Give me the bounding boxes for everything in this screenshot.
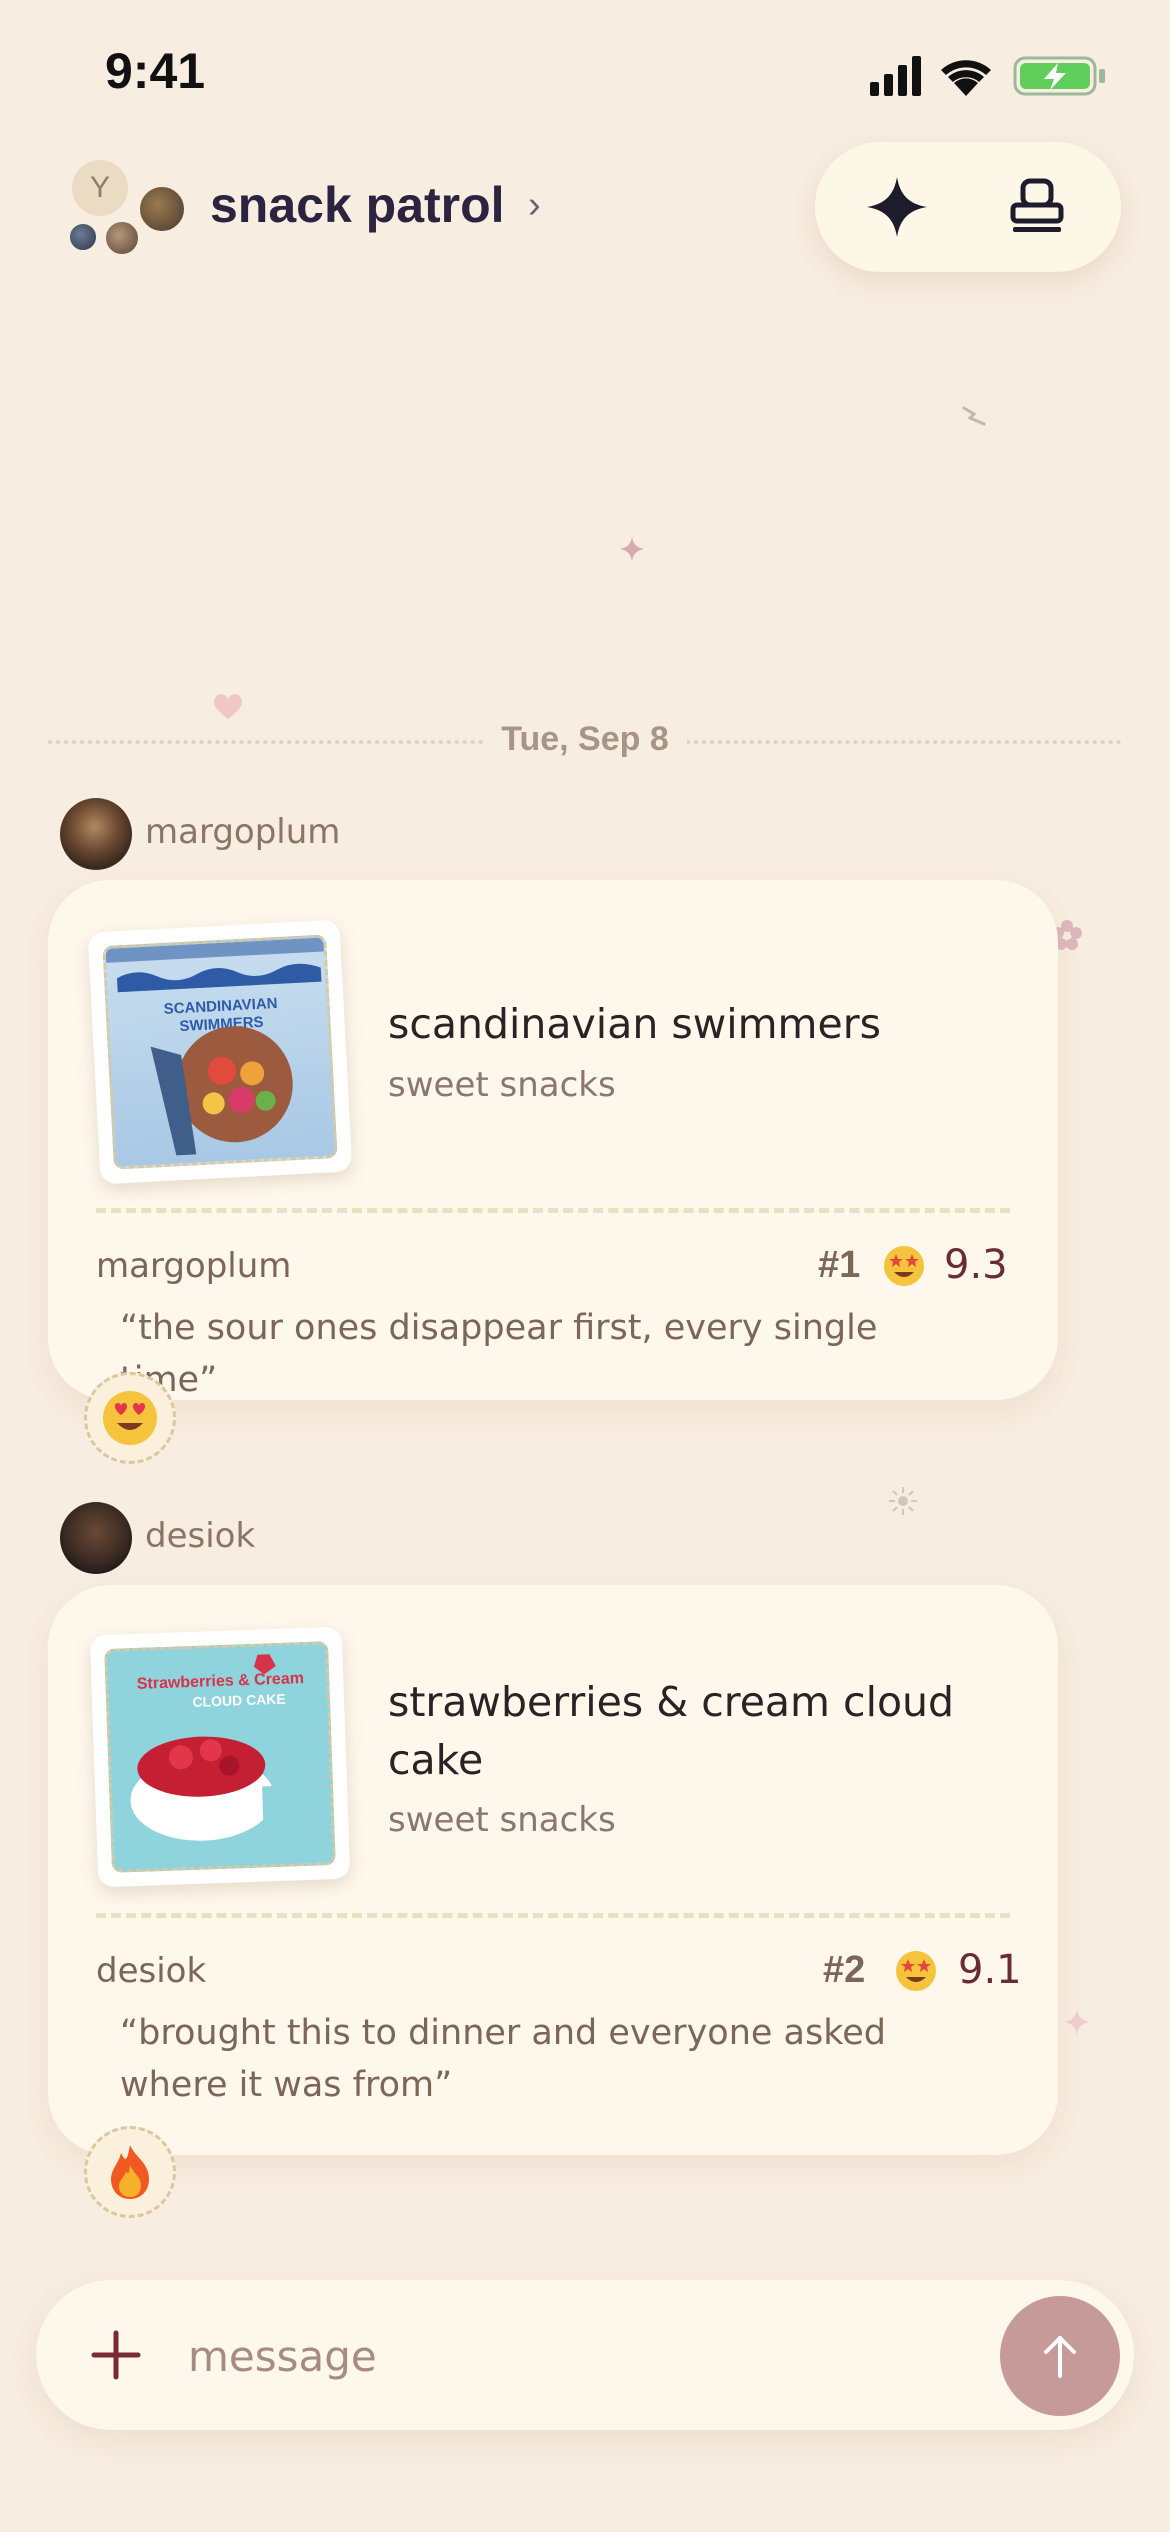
star-struck-emoji: [884, 1246, 924, 1286]
group-title[interactable]: snack patrol: [210, 176, 505, 234]
send-button[interactable]: [1000, 2296, 1120, 2416]
score: 9.3: [944, 1242, 1008, 1288]
star-struck-emoji: [896, 1951, 936, 1991]
status-icons: [870, 52, 1120, 98]
product-title: scandinavian swimmers: [388, 1000, 881, 1048]
sender-name[interactable]: desiok: [145, 1516, 255, 1556]
avatar: Y: [72, 160, 128, 216]
product-category: sweet snacks: [388, 1065, 616, 1105]
arrow-up-icon: [1044, 2336, 1076, 2378]
plus-icon: [91, 2330, 141, 2380]
add-attachment-button[interactable]: [76, 2315, 156, 2395]
review-card[interactable]: SCANDINAVIAN SWIMMERS scandinavian swimm…: [48, 880, 1058, 1400]
sparkle-decoration: [1064, 2008, 1090, 2036]
stamp-button[interactable]: [997, 167, 1077, 247]
sun-decoration: [889, 1487, 917, 1515]
rank-badge: #2: [823, 1949, 866, 1991]
review-quote: “the sour ones disappear first, every si…: [120, 1308, 878, 1400]
rank-badge: #1: [818, 1244, 861, 1286]
status-time: 9:41: [105, 43, 206, 99]
avatar: [104, 220, 140, 256]
review-card[interactable]: Strawberries & Cream CLOUD CAKE strawber…: [48, 1585, 1058, 2155]
fire-emoji: [111, 2145, 149, 2199]
sender-name[interactable]: margoplum: [145, 812, 340, 852]
sparkle-button[interactable]: [857, 167, 937, 247]
avatar[interactable]: [60, 798, 132, 870]
reaction-badge[interactable]: [84, 2126, 176, 2218]
product-title: strawberries & cream cloud cake: [388, 1678, 955, 1784]
reviewer-name: margoplum: [96, 1246, 292, 1286]
avatar: [68, 222, 98, 252]
score: 9.1: [958, 1947, 1022, 1993]
date-divider: Tue, Sep 8: [48, 720, 1122, 760]
sparkle-icon: [867, 177, 927, 237]
avatar[interactable]: [60, 1502, 132, 1574]
signal-icon: [870, 56, 921, 96]
message-composer: [36, 2280, 1134, 2430]
reaction-badge[interactable]: [84, 1372, 176, 1464]
thumb-label: Strawberries & Cream: [137, 1670, 305, 1693]
product-thumbnail: SCANDINAVIAN SWIMMERS: [87, 919, 353, 1185]
thumb-label: CLOUD CAKE: [192, 1691, 286, 1710]
message-input[interactable]: [186, 2320, 810, 2392]
product-thumbnail: Strawberries & Cream CLOUD CAKE: [89, 1626, 351, 1888]
battery-icon: [1013, 56, 1105, 96]
reviewer-name: desiok: [96, 1951, 207, 1991]
chevron-right-icon[interactable]: ›: [528, 184, 541, 227]
wifi-icon: [941, 60, 991, 96]
header-actions: [815, 142, 1121, 272]
product-category: sweet snacks: [388, 1800, 616, 1840]
avatar: [137, 184, 187, 234]
sparkle-decoration: [620, 536, 644, 562]
divider: [96, 1208, 1010, 1213]
group-avatars[interactable]: Y: [60, 160, 190, 260]
divider: [96, 1913, 1010, 1918]
heart-eyes-emoji: [103, 1391, 157, 1445]
stamp-icon: [1010, 178, 1064, 232]
review-quote: “brought this to dinner and everyone ask…: [120, 2013, 886, 2105]
date-label: Tue, Sep 8: [483, 720, 687, 758]
heart-decoration: [214, 693, 242, 719]
squiggle-decoration: [962, 406, 986, 426]
